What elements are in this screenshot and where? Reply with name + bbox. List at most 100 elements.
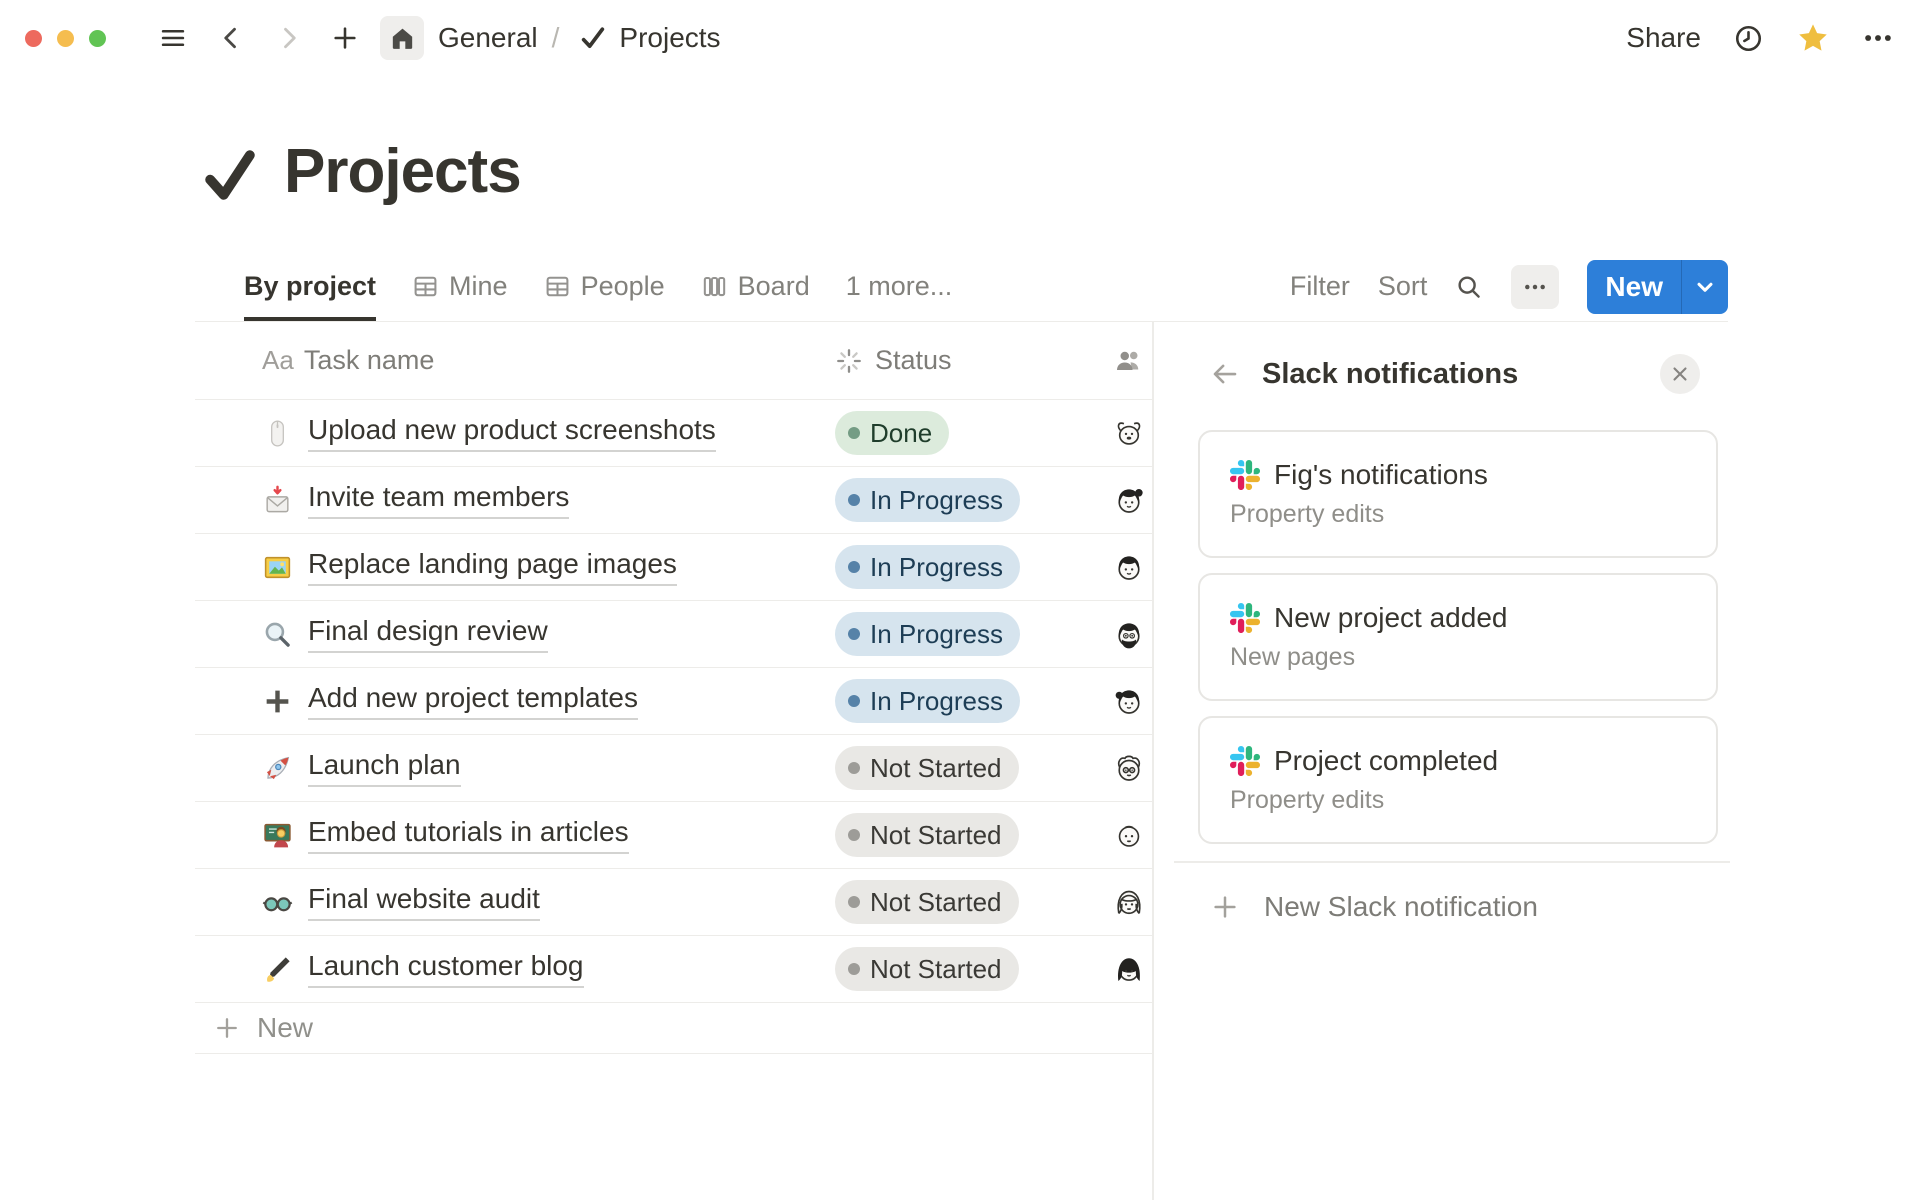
sort-button[interactable]: Sort: [1378, 271, 1428, 302]
column-status[interactable]: Status: [875, 345, 952, 376]
task-title-link[interactable]: Add new project templates: [308, 682, 638, 719]
notification-subtitle: Property edits: [1230, 786, 1716, 815]
new-page-button[interactable]: [328, 21, 362, 55]
panel-close-button[interactable]: [1660, 354, 1700, 394]
table-row[interactable]: Embed tutorials in articles Not Started: [195, 802, 1152, 869]
notification-card[interactable]: New project added New pages: [1198, 573, 1718, 701]
people-property-icon[interactable]: [1114, 346, 1144, 376]
filter-button[interactable]: Filter: [1290, 271, 1350, 302]
close-window-button[interactable]: [25, 30, 42, 47]
status-pill[interactable]: In Progress: [835, 478, 1020, 522]
home-icon: [389, 25, 416, 52]
table-row[interactable]: Add new project templates In Progress: [195, 668, 1152, 735]
sidebar-toggle-button[interactable]: [156, 21, 190, 55]
new-slack-notification-button[interactable]: New Slack notification: [1210, 891, 1700, 923]
glasses-emoji-icon: [262, 887, 293, 918]
slack-logo-icon: [1230, 460, 1260, 490]
status-dot: [848, 896, 860, 908]
magnifier-emoji-icon: [262, 619, 293, 650]
task-title-link[interactable]: Launch plan: [308, 749, 461, 786]
window-topbar: General / Projects Share: [0, 0, 1920, 76]
assignee-avatar[interactable]: [1111, 482, 1147, 518]
table-row[interactable]: Launch plan Not Started: [195, 735, 1152, 802]
plus-icon: [1210, 892, 1240, 922]
status-pill[interactable]: Done: [835, 411, 949, 455]
task-title-link[interactable]: Launch customer blog: [308, 950, 584, 987]
column-task-name[interactable]: Task name: [304, 345, 435, 376]
tab-by-project[interactable]: By project: [244, 252, 376, 321]
tab-label: By project: [244, 271, 376, 302]
task-title-link[interactable]: Final design review: [308, 615, 548, 652]
status-pill[interactable]: Not Started: [835, 746, 1019, 790]
notification-card[interactable]: Fig's notifications Property edits: [1198, 430, 1718, 558]
notification-cards: Fig's notifications Property edits New p…: [1198, 430, 1718, 844]
tab-more-views[interactable]: 1 more...: [846, 252, 953, 321]
status-label: In Progress: [870, 485, 1003, 516]
plus-emoji-icon: [262, 686, 293, 717]
more-options-icon[interactable]: [1862, 22, 1894, 54]
assignee-avatar[interactable]: [1111, 616, 1147, 652]
view-more-button[interactable]: [1511, 265, 1559, 309]
back-arrow-icon[interactable]: [1210, 359, 1240, 389]
traffic-lights: [25, 30, 106, 47]
status-pill[interactable]: In Progress: [835, 679, 1020, 723]
task-title-link[interactable]: Final website audit: [308, 883, 540, 920]
chevron-left-icon: [217, 24, 245, 52]
status-pill[interactable]: Not Started: [835, 813, 1019, 857]
tab-label: 1 more...: [846, 271, 953, 302]
status-label: Not Started: [870, 887, 1002, 918]
nav-back-button[interactable]: [214, 21, 248, 55]
breadcrumb-page[interactable]: Projects: [619, 22, 720, 54]
status-dot: [848, 762, 860, 774]
page-title-check-icon[interactable]: [202, 147, 258, 203]
status-dot: [848, 963, 860, 975]
new-button[interactable]: New: [1587, 260, 1681, 314]
assignee-avatar[interactable]: [1111, 750, 1147, 786]
new-button-dropdown[interactable]: [1681, 260, 1728, 314]
table-row[interactable]: Upload new product screenshots Done: [195, 400, 1152, 467]
share-button[interactable]: Share: [1626, 22, 1701, 54]
assignee-avatar[interactable]: [1111, 415, 1147, 451]
tab-board[interactable]: Board: [701, 252, 810, 321]
assignee-avatar[interactable]: [1111, 549, 1147, 585]
view-bar: By project Mine People Board 1 more... F…: [195, 252, 1728, 322]
status-dot: [848, 695, 860, 707]
notification-card[interactable]: Project completed Property edits: [1198, 716, 1718, 844]
table-new-row-button[interactable]: New: [195, 1003, 1152, 1054]
table-row[interactable]: Replace landing page images In Progress: [195, 534, 1152, 601]
status-pill[interactable]: Not Started: [835, 880, 1019, 924]
assignee-avatar[interactable]: [1111, 817, 1147, 853]
table-icon: [412, 273, 439, 300]
favorite-star-icon[interactable]: [1796, 21, 1830, 55]
minimize-window-button[interactable]: [57, 30, 74, 47]
status-pill[interactable]: In Progress: [835, 612, 1020, 656]
tab-mine[interactable]: Mine: [412, 252, 508, 321]
table-row[interactable]: Invite team members In Progress: [195, 467, 1152, 534]
zoom-window-button[interactable]: [89, 30, 106, 47]
task-title-link[interactable]: Embed tutorials in articles: [308, 816, 629, 853]
breadcrumb-root[interactable]: General: [438, 22, 538, 54]
task-title-link[interactable]: Invite team members: [308, 481, 569, 518]
search-icon[interactable]: [1455, 273, 1483, 301]
nav-forward-button[interactable]: [272, 21, 306, 55]
status-pill[interactable]: Not Started: [835, 947, 1019, 991]
status-pill[interactable]: In Progress: [835, 545, 1020, 589]
table-row[interactable]: Final website audit Not Started: [195, 869, 1152, 936]
home-button[interactable]: [380, 16, 424, 60]
ellipsis-icon: [1521, 273, 1549, 301]
view-toolbar: Filter Sort New: [1290, 252, 1728, 321]
task-title-link[interactable]: Upload new product screenshots: [308, 414, 716, 451]
tab-label: Mine: [449, 271, 508, 302]
tab-people[interactable]: People: [544, 252, 665, 321]
updates-clock-icon[interactable]: [1733, 23, 1764, 54]
notification-title: Fig's notifications: [1274, 459, 1488, 491]
assignee-avatar[interactable]: [1111, 884, 1147, 920]
chevron-down-icon: [1692, 274, 1718, 300]
table-row[interactable]: Launch customer blog Not Started: [195, 936, 1152, 1003]
table-row[interactable]: Final design review In Progress: [195, 601, 1152, 668]
view-tabs: By project Mine People Board 1 more...: [244, 252, 952, 321]
assignee-avatar[interactable]: [1111, 951, 1147, 987]
assignee-avatar[interactable]: [1111, 683, 1147, 719]
task-title-link[interactable]: Replace landing page images: [308, 548, 677, 585]
text-property-icon: Aa: [262, 345, 294, 376]
